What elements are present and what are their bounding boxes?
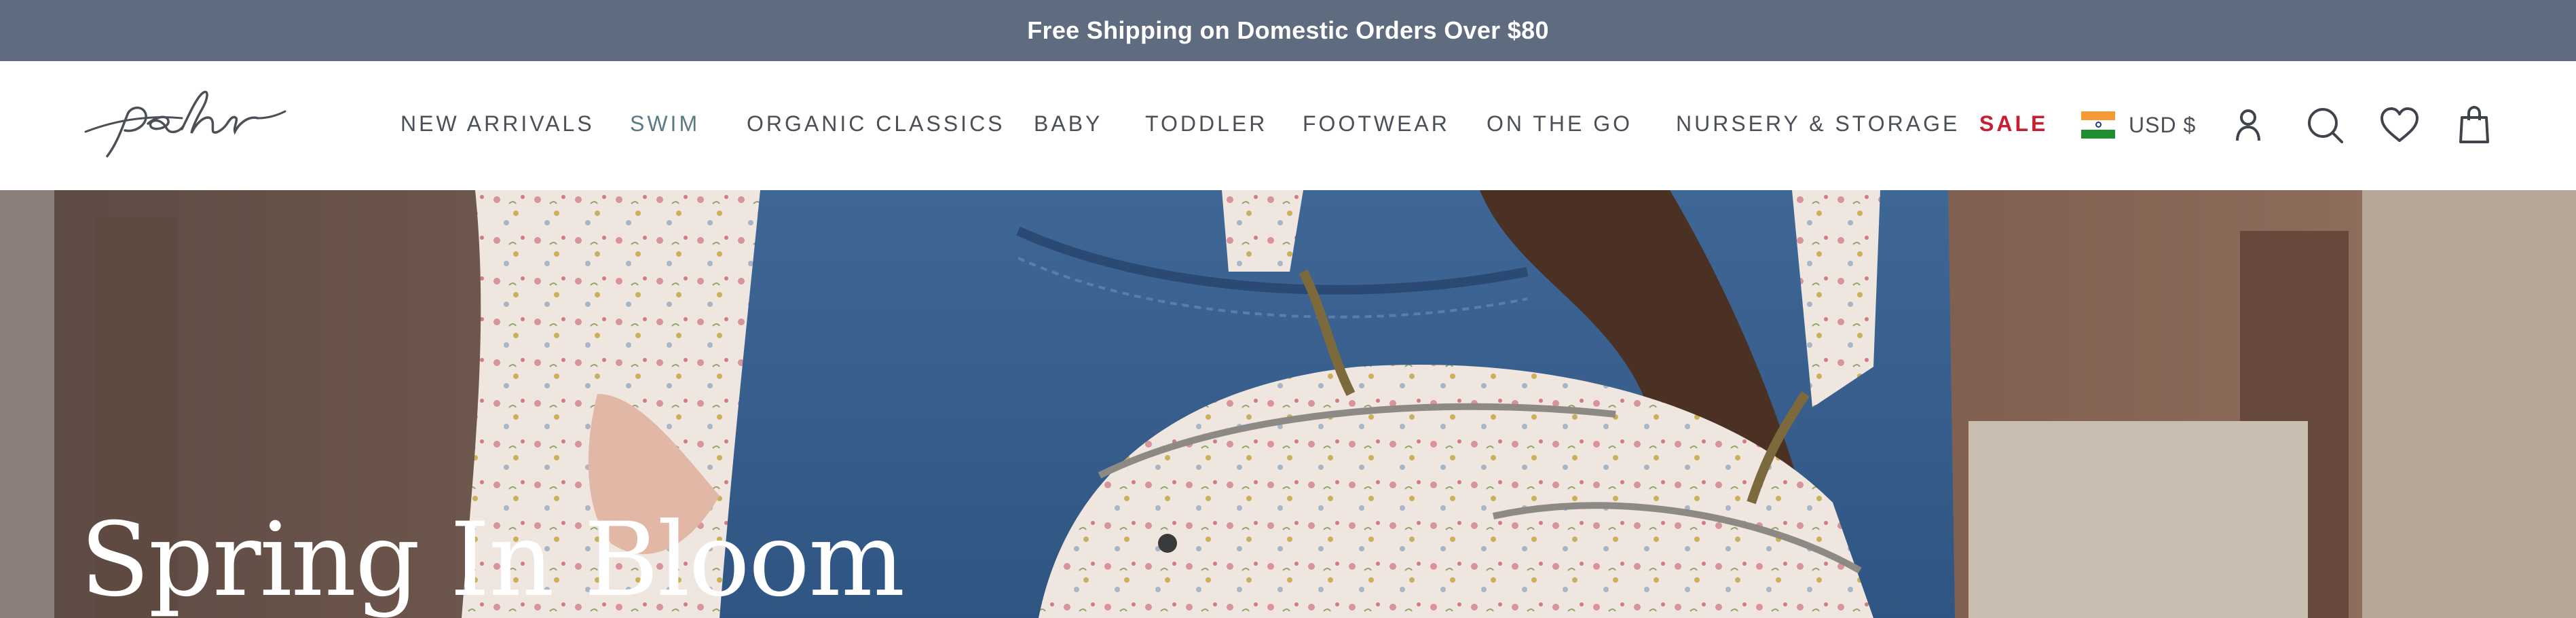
nav-item-new-arrivals[interactable]: NEW ARRIVALS [400, 111, 595, 137]
nav-item-organic-classics[interactable]: ORGANIC CLASSICS [747, 111, 1005, 137]
nav-item-toddler[interactable]: TODDLER [1145, 111, 1267, 137]
nav-item-on-the-go[interactable]: ON THE GO [1487, 111, 1632, 137]
announcement-bar: Free Shipping on Domestic Orders Over $8… [0, 0, 2576, 61]
account-button[interactable] [2224, 102, 2272, 149]
wishlist-button[interactable] [2376, 102, 2423, 149]
hero-title: Spring In Bloom [80, 501, 905, 618]
wishlist-heart-icon [2381, 107, 2419, 142]
site-header: NEW ARRIVALS SWIM ORGANIC CLASSICS BABY … [0, 61, 2576, 190]
nav-item-nursery-storage[interactable]: NURSERY & STORAGE [1676, 111, 1960, 137]
nav-item-baby[interactable]: BABY [1034, 111, 1102, 137]
cart-button[interactable] [2450, 102, 2498, 149]
announcement-text: Free Shipping on Domestic Orders Over $8… [1027, 16, 1549, 44]
hero-banner[interactable]: Spring In Bloom [0, 190, 2576, 618]
search-icon [2308, 108, 2343, 143]
currency-label: USD $ [2129, 112, 2197, 137]
india-flag-icon [2081, 111, 2115, 139]
nav-item-sale[interactable]: SALE [1979, 111, 2048, 137]
nav-item-footwear[interactable]: FOOTWEAR [1303, 111, 1450, 137]
currency-selector[interactable]: USD $ [2081, 110, 2196, 140]
nav-item-swim[interactable]: SWIM [630, 111, 700, 137]
account-icon [2236, 109, 2260, 141]
search-button[interactable] [2302, 102, 2349, 149]
cart-bag-icon [2459, 105, 2489, 143]
